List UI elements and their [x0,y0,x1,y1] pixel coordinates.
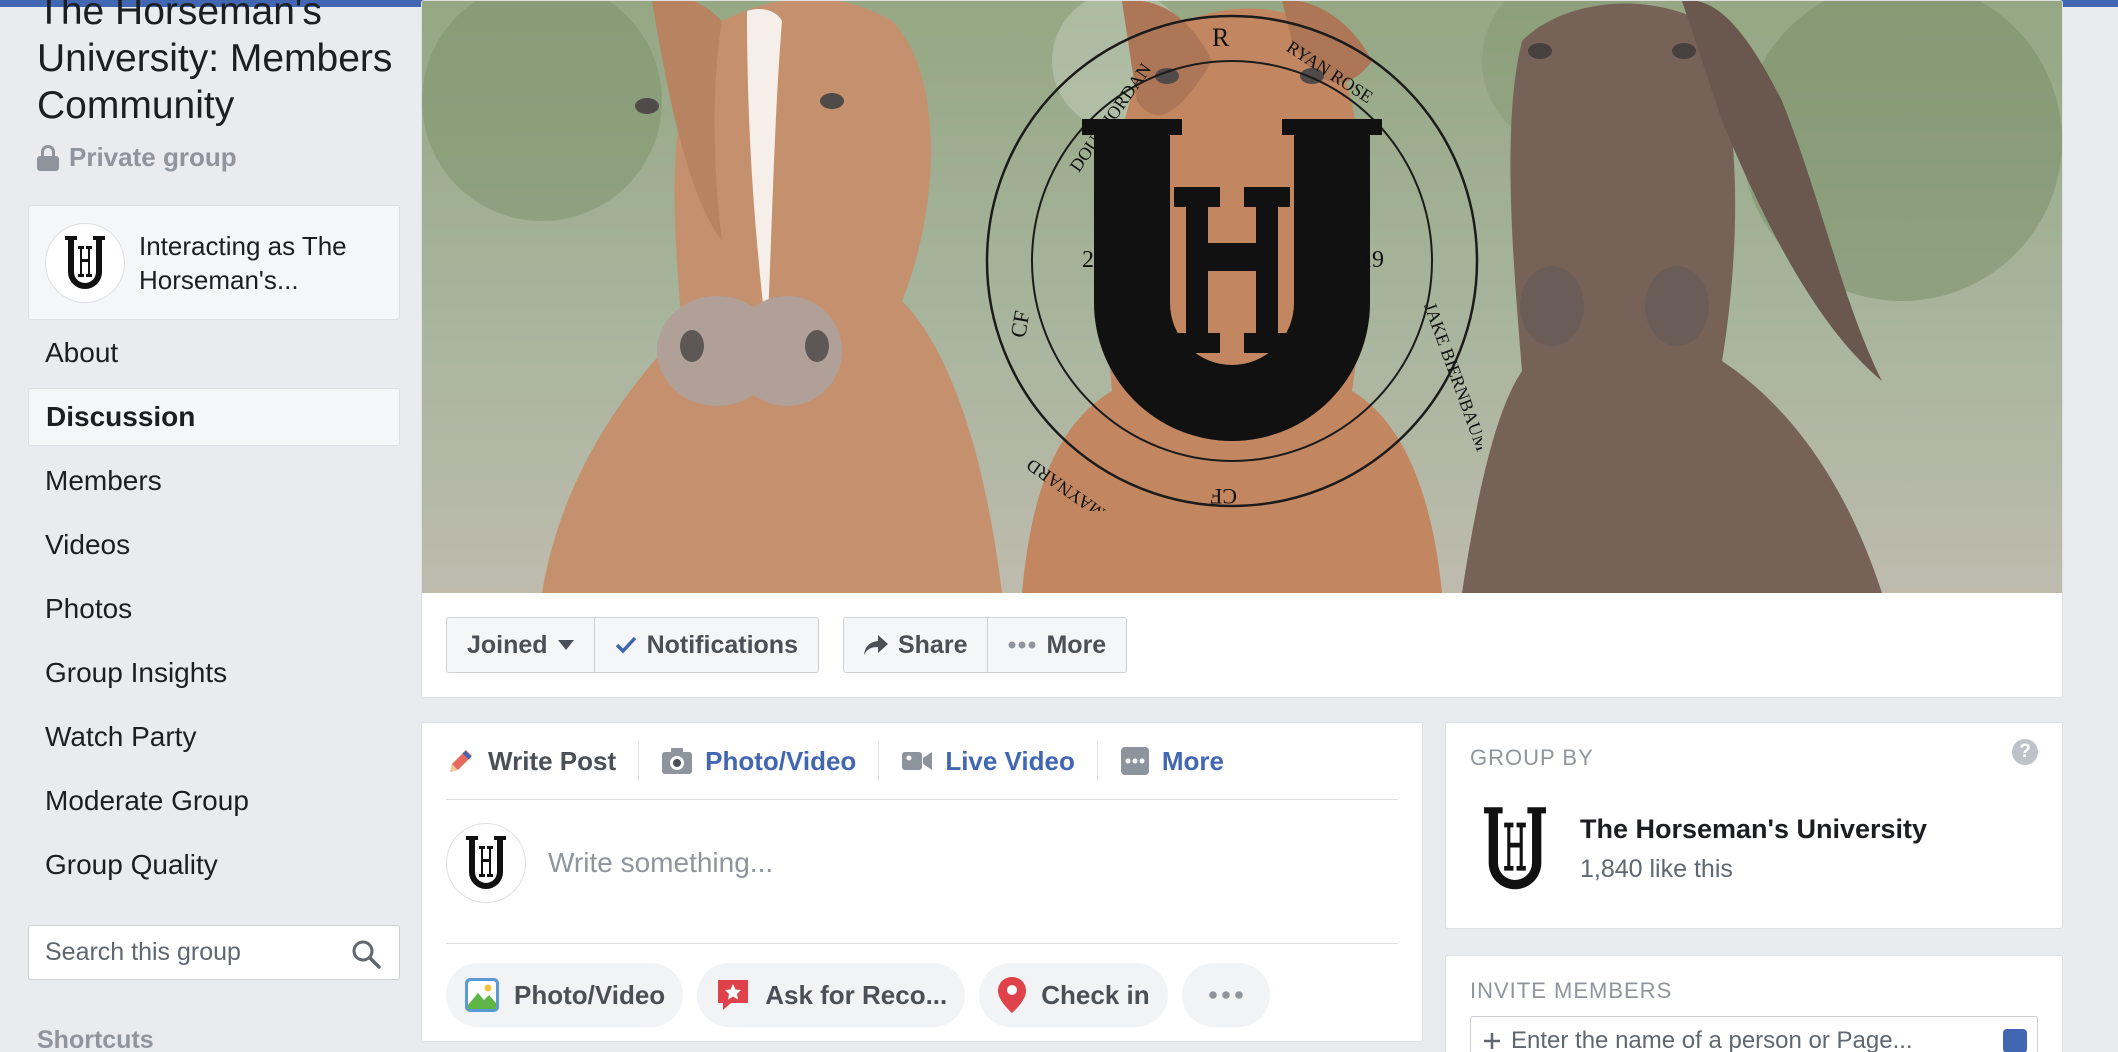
invite-members-heading: INVITE MEMBERS [1470,978,1673,1003]
video-camera-icon [902,752,933,770]
shortcuts-heading: Shortcuts [37,1026,154,1052]
joined-button[interactable]: Joined [447,618,595,672]
group-title[interactable]: The Horseman's University: Members Commu… [37,0,407,129]
brand-mark-cf-bottom: CF [1210,484,1237,509]
share-label: Share [897,630,968,659]
camera-icon [662,748,693,774]
seal-text-tik-maynard: TIK MAYNARD [1023,455,1138,511]
share-more-button-group: Share More [842,617,1128,673]
privacy-text: Private group [69,142,237,172]
share-button[interactable]: Share [843,618,989,672]
composer-body: Write something... [446,823,773,903]
uh-logo-icon [1484,807,1546,890]
nav-item-about[interactable]: About [28,324,400,382]
photo-icon [465,978,499,1012]
composer-divider [446,943,1398,944]
group-owner-page[interactable]: The Horseman's University 1,840 like thi… [1470,801,1927,897]
checkmark-icon [615,636,636,654]
photo-video-button[interactable]: Photo/Video [446,963,684,1027]
more-options-icon [1120,747,1149,775]
tab-live-video[interactable]: Live Video [901,742,1098,780]
ellipsis-icon [1208,991,1243,999]
cover-actions: Joined Notifications Share More [446,617,1128,673]
membership-button-group: Joined Notifications [446,617,819,673]
post-composer: Write Post Photo/Video Live Video More W… [421,722,1423,1042]
tab-write-post-label: Write Post [488,745,617,776]
search-icon[interactable] [351,939,381,969]
tab-write-post[interactable]: Write Post [446,742,640,780]
tab-photo-video-label: Photo/Video [705,745,857,776]
more-label: More [1046,630,1107,659]
ask-for-reco-label: Ask for Reco... [765,979,948,1010]
university-seal-logo: 20 19 RYAN ROSE DOUG JORDAN JAKE BIERNBA… [985,14,1482,511]
joined-label: Joined [467,630,548,659]
nav-item-watch-party[interactable]: Watch Party [28,708,400,766]
page-avatar [45,222,125,303]
composer-input[interactable]: Write something... [548,847,773,879]
help-icon[interactable]: ? [2012,739,2038,765]
page-likes: 1,840 like this [1580,855,1733,883]
nav-item-photos[interactable]: Photos [28,580,400,638]
uh-logo-icon [466,836,506,889]
privacy-label: Private group [37,142,237,173]
group-search [28,925,400,980]
interacting-as-text: Interacting as The Horseman's... [139,230,347,295]
tab-more-label: More [1161,745,1225,776]
nav-item-group-insights[interactable]: Group Insights [28,644,400,702]
tab-more[interactable]: More [1120,742,1246,780]
caret-down-icon [557,640,574,650]
cover-card: 20 19 RYAN ROSE DOUG JORDAN JAKE BIERNBA… [421,0,2063,698]
cover-photo[interactable]: 20 19 RYAN ROSE DOUG JORDAN JAKE BIERNBA… [422,1,2062,593]
brand-mark-cf-left: CF [1005,309,1034,340]
ask-for-recommendations-button[interactable]: Ask for Reco... [697,963,966,1027]
brand-mark-r: R [1212,23,1230,52]
invite-members-card: INVITE MEMBERS Enter the name of a perso… [1445,955,2063,1052]
nav-item-moderate-group[interactable]: Moderate Group [28,772,400,830]
share-arrow-icon [863,635,888,655]
contacts-icon[interactable] [2003,1029,2027,1052]
recommendation-star-icon [718,980,749,1010]
lock-icon [37,144,59,171]
group-nav: About Discussion Members Videos Photos G… [28,324,400,900]
nav-item-members[interactable]: Members [28,452,400,510]
more-button[interactable]: More [988,618,1127,672]
nav-item-videos[interactable]: Videos [28,516,400,574]
interacting-as-switcher[interactable]: Interacting as The Horseman's... [28,205,400,320]
composer-actions: Photo/Video Ask for Reco... Check in [446,963,1270,1027]
search-input[interactable] [45,938,345,967]
seal-year-left: 20 [1082,247,1106,273]
pencil-icon [450,750,472,772]
composer-avatar [446,823,526,903]
location-pin-icon [998,977,1027,1013]
invite-input[interactable]: Enter the name of a person or Page... [1470,1016,2038,1052]
invite-placeholder: Enter the name of a person or Page... [1511,1027,1913,1052]
nav-item-group-quality[interactable]: Group Quality [28,836,400,894]
group-by-heading: GROUP BY [1470,745,1594,770]
tab-photo-video[interactable]: Photo/Video [661,742,880,780]
composer-tabs: Write Post Photo/Video Live Video More [446,723,1398,800]
ellipsis-icon [1008,641,1036,649]
notifications-label: Notifications [646,630,798,659]
more-actions-button[interactable] [1181,963,1270,1027]
seal-text-jake-biernbaum: JAKE BIERNBAUM [1420,300,1482,454]
seal-year-right: 19 [1360,247,1384,273]
check-in-label: Check in [1041,979,1150,1010]
group-by-card: GROUP BY ? The Horseman's University 1,8… [1445,722,2063,929]
uh-logo-icon [65,235,105,289]
tab-live-video-label: Live Video [945,745,1075,776]
plus-icon [1484,1033,1500,1049]
nav-item-discussion[interactable]: Discussion [28,388,400,446]
page-name[interactable]: The Horseman's University [1580,814,1927,845]
check-in-button[interactable]: Check in [979,963,1168,1027]
notifications-button[interactable]: Notifications [594,618,818,672]
page-info: The Horseman's University 1,840 like thi… [1580,814,1927,884]
photo-video-label: Photo/Video [514,979,666,1010]
